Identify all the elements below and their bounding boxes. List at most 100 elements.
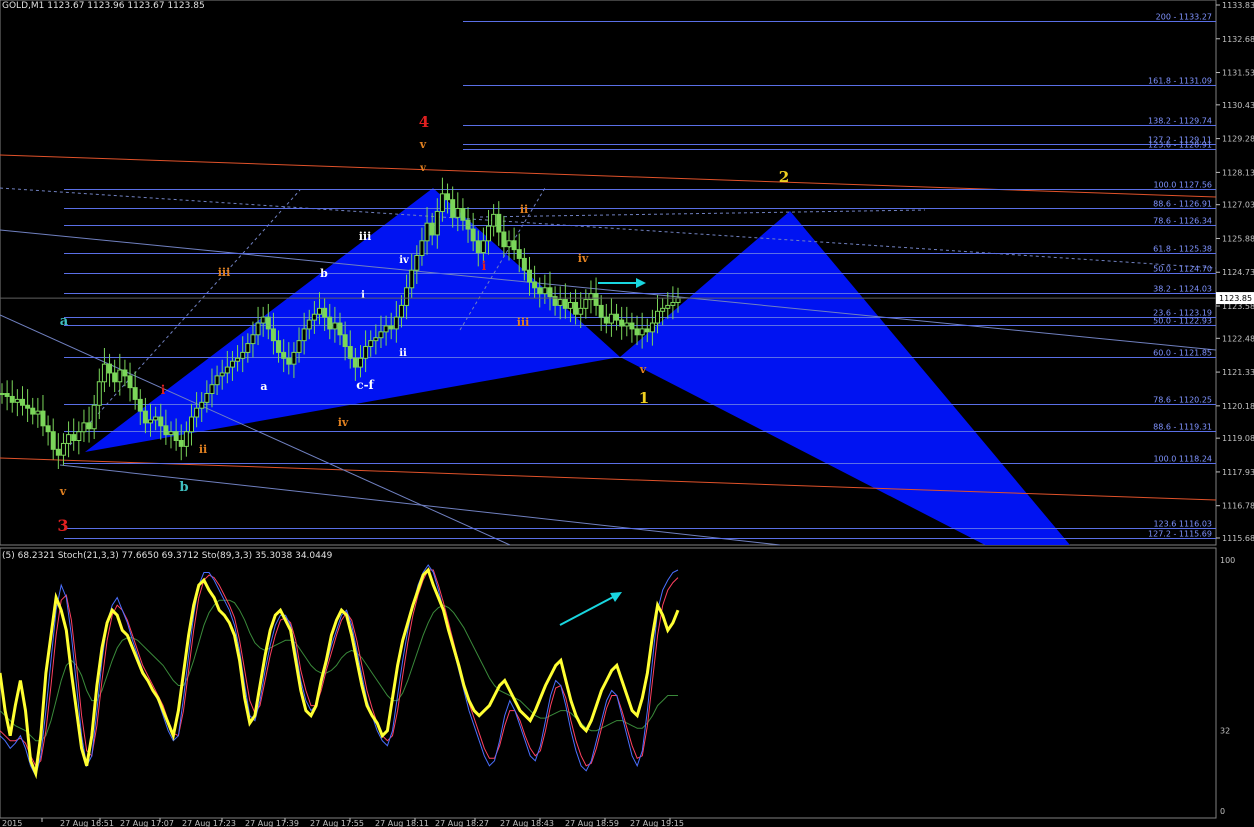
time-tick-label: 27 Aug 16:51 (60, 819, 114, 827)
candle-body (117, 369, 123, 383)
fib-level-label: 123.6 1116.03 (1153, 520, 1212, 529)
candle-body (506, 240, 512, 248)
candle-body (347, 346, 353, 359)
candle-body (368, 340, 374, 348)
candle-body (229, 360, 235, 368)
fib-level-label: 161.8 - 1131.09 (1148, 77, 1212, 86)
wave-label: 4 (419, 113, 429, 131)
candle-body (96, 381, 102, 406)
candle-body (276, 340, 282, 353)
candle-body (183, 431, 189, 447)
wave-label: 3 (57, 516, 68, 535)
osc-tick-label: 100 (1220, 556, 1235, 565)
candle-body (25, 404, 31, 409)
candle-body (209, 384, 215, 395)
fib-level-label: 78.6 - 1120.25 (1153, 396, 1212, 405)
candle-body (496, 213, 502, 233)
candle-body (383, 325, 389, 333)
candle-body (9, 395, 15, 403)
fib-level-label: 200 - 1133.27 (1156, 13, 1212, 22)
price-tick-label: 1125.88 (1222, 234, 1254, 243)
candle-body (235, 357, 241, 362)
candle-body (188, 416, 194, 433)
fib-level-label: 100.0 1127.56 (1153, 181, 1212, 190)
candle-body (127, 375, 133, 389)
fib-level-label: 88.6 - 1126.91 (1153, 200, 1212, 209)
oscillator-info-header: (5) 68.2321 Stoch(21,3,3) 77.6650 69.371… (2, 551, 333, 561)
candle-body (583, 299, 589, 309)
candle-body (199, 401, 205, 409)
candle-body (532, 281, 538, 289)
candle-body (148, 419, 154, 424)
candle-body (311, 313, 317, 321)
candle-body (204, 393, 210, 403)
candle-body (603, 316, 609, 324)
candle-body (409, 269, 415, 289)
fib-level-label: 38.2 - 1124.03 (1153, 285, 1212, 294)
candle-body (578, 307, 584, 315)
candle-body (55, 448, 61, 456)
candle-body (132, 387, 138, 400)
candle-body (317, 307, 323, 315)
candle-body (224, 366, 230, 374)
candle-body (240, 351, 246, 359)
fib-level-label: 60.0 - 1121.85 (1153, 349, 1212, 358)
candle-body (373, 337, 379, 342)
osc-tick-label: 0 (1220, 807, 1225, 816)
wave-label: iii (359, 230, 372, 243)
candle-body (419, 240, 425, 256)
candle-body (511, 240, 517, 251)
candle-body (393, 316, 399, 330)
candle-body (265, 316, 271, 330)
fib-level-label: 123.6 - 1128.91 (1148, 141, 1212, 150)
wave-label: iii (517, 316, 530, 329)
time-tick-label: 27 Aug 17:55 (310, 819, 364, 827)
candle-body (450, 199, 456, 218)
candle-body (644, 328, 650, 333)
candle-body (50, 431, 56, 450)
candle-body (404, 287, 410, 306)
candle-body (675, 297, 681, 303)
wave-label: c-f (356, 378, 374, 392)
fib-level-label: 50.0 - 1122.93 (1153, 317, 1212, 326)
fib-level-label: 50.0 - 1124.70 (1153, 265, 1212, 274)
candle-body (86, 422, 92, 430)
time-tick-label: 27 Aug 17:23 (182, 819, 236, 827)
wave-label: ii (199, 443, 207, 456)
candle-body (624, 322, 630, 327)
candle-body (363, 346, 369, 359)
candle-body (593, 293, 599, 306)
candle-body (81, 422, 87, 433)
candle-body (19, 398, 25, 406)
candle-body (439, 193, 445, 212)
wave-label: iii (218, 266, 231, 279)
trading-chart[interactable]: 200 - 1133.27 161.8 - 1131.09 138.2 - 1129… (0, 0, 1254, 827)
fib-level-label: 61.8 - 1125.38 (1153, 245, 1212, 254)
time-tick-label: 27 Aug 18:59 (565, 819, 619, 827)
wave-label: ii (399, 348, 407, 359)
wave-label: a (60, 314, 69, 329)
candle-body (250, 334, 256, 345)
price-tick-label: 1120.18 (1222, 402, 1254, 411)
candle-body (465, 219, 471, 230)
price-tick-label: 1129.28 (1222, 135, 1254, 144)
fib-level-label: 100.0 1118.24 (1153, 455, 1212, 464)
candle-body (60, 442, 66, 456)
time-tick-label: 27 Aug 17:07 (120, 819, 174, 827)
candle-body (91, 404, 97, 430)
wave-label: iv (399, 255, 410, 266)
wave-label: b (179, 480, 188, 495)
candle-body (542, 287, 548, 295)
fib-level-label: 78.6 - 1126.34 (1153, 217, 1212, 226)
candle-body (14, 398, 20, 403)
candle-body (557, 299, 563, 306)
candle-body (434, 210, 440, 236)
candle-body (665, 304, 671, 309)
price-tick-label: 1132.68 (1222, 35, 1254, 44)
candle-body (158, 416, 164, 427)
wave-label: ii (520, 203, 528, 216)
candle-body (614, 313, 620, 321)
candle-body (327, 316, 333, 330)
candle-body (281, 351, 287, 359)
wave-label: v (59, 485, 67, 498)
